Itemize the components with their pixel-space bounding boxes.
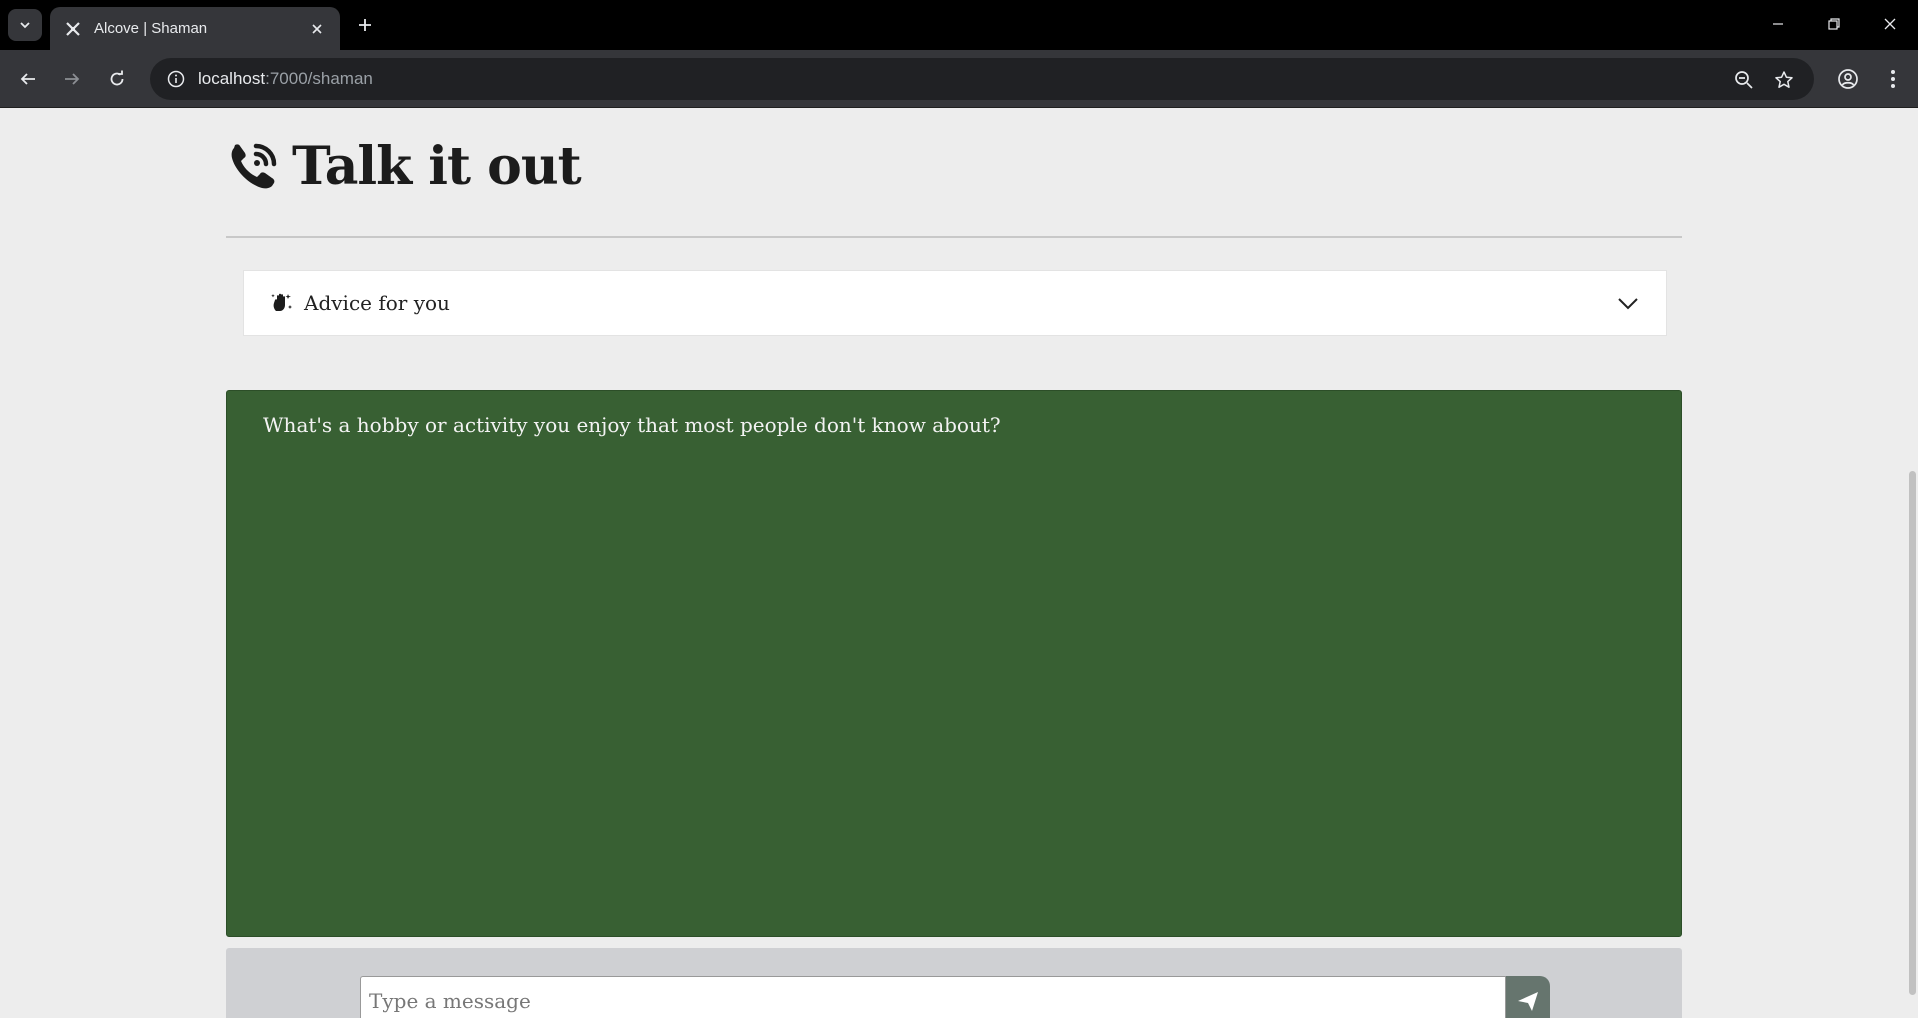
arrow-right-icon [65, 73, 80, 85]
tab-search-button[interactable] [8, 9, 42, 41]
advice-accordion[interactable]: Advice for you [243, 270, 1667, 336]
chevron-down-icon [20, 22, 30, 29]
send-button[interactable] [1506, 976, 1550, 1018]
restore-button[interactable] [1806, 0, 1862, 48]
conversation-prompt-card: What's a hobby or activity you enjoy tha… [226, 390, 1682, 937]
hand-sparkles-icon [271, 293, 292, 311]
site-info-icon[interactable] [164, 67, 188, 91]
chevron-down-icon[interactable] [1616, 291, 1640, 315]
plus-icon [359, 19, 371, 31]
accordion-label: Advice for you [304, 291, 450, 315]
restore-icon [1828, 18, 1840, 30]
page-title: Talk it out [292, 135, 582, 197]
send-icon [1518, 992, 1538, 1011]
favicon-icon [64, 20, 82, 38]
browser-tab[interactable]: Alcove | Shaman [50, 7, 340, 50]
tab-title: Alcove | Shaman [94, 20, 208, 37]
page-viewport: Talk it out Advice for you What's a hobb… [0, 109, 1918, 1018]
minimize-button[interactable] [1750, 0, 1806, 48]
close-icon [1884, 18, 1896, 30]
bookmark-star-icon[interactable] [1770, 66, 1798, 94]
close-tab-icon[interactable] [308, 20, 326, 38]
browser-toolbar: localhost:7000/shaman [0, 50, 1918, 108]
back-button[interactable] [12, 63, 44, 95]
divider [226, 236, 1682, 238]
forward-button[interactable] [56, 63, 88, 95]
url-path: :7000/shaman [265, 69, 373, 88]
browser-tab-bar: Alcove | Shaman [0, 0, 1918, 50]
message-composer [226, 948, 1682, 1018]
new-tab-button[interactable] [352, 12, 378, 38]
phone-volume-icon [231, 143, 277, 189]
minimize-icon [1773, 23, 1783, 25]
arrow-left-icon [20, 73, 35, 85]
url-host: localhost [198, 69, 266, 88]
close-window-button[interactable] [1862, 0, 1918, 48]
profile-button[interactable] [1832, 63, 1864, 95]
page-heading: Talk it out [226, 133, 582, 199]
profile-icon [1838, 69, 1858, 89]
more-vertical-icon [1891, 70, 1895, 88]
message-input[interactable] [360, 976, 1506, 1018]
reload-icon [110, 70, 124, 86]
prompt-question: What's a hobby or activity you enjoy tha… [263, 413, 1001, 437]
scrollbar-thumb[interactable] [1909, 471, 1916, 995]
browser-menu-button[interactable] [1877, 63, 1909, 95]
reload-button[interactable] [101, 63, 133, 95]
zoom-icon[interactable] [1730, 66, 1758, 94]
address-bar[interactable]: localhost:7000/shaman [150, 58, 1814, 100]
